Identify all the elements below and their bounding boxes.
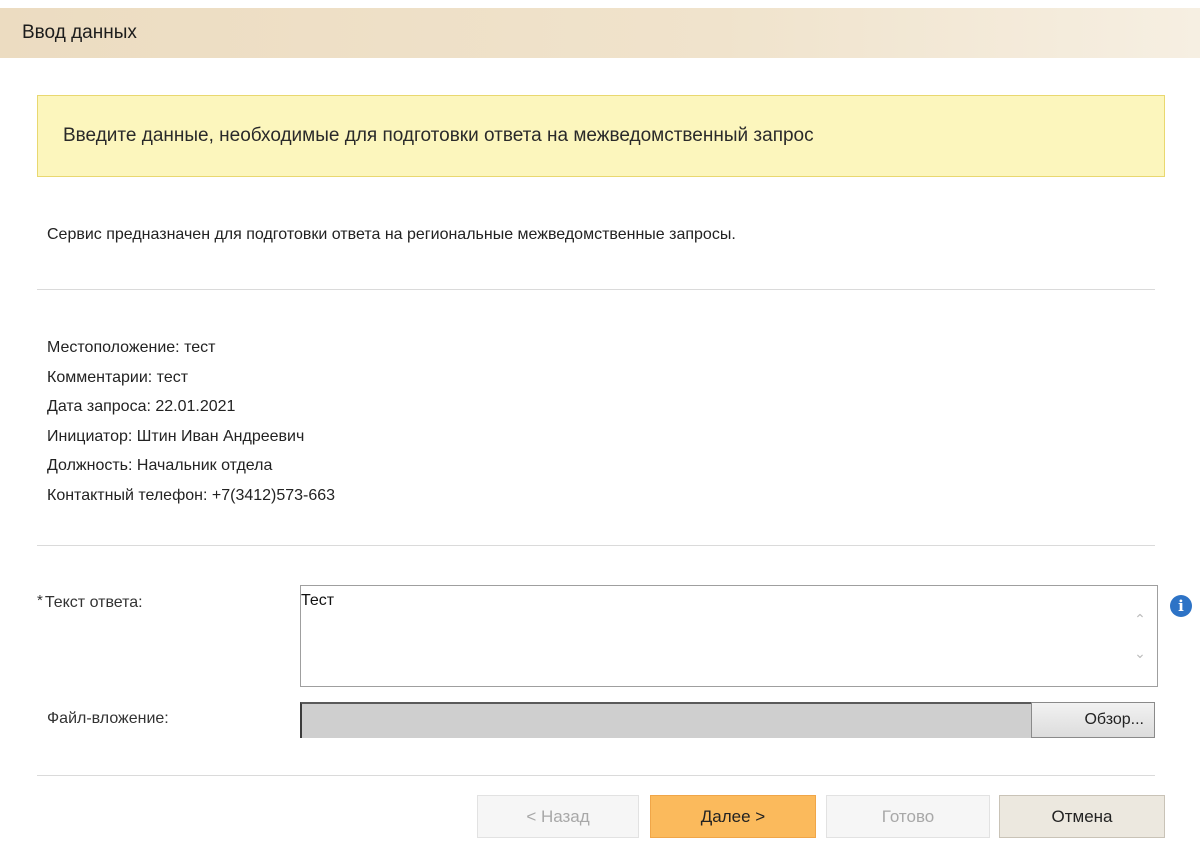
attachment-label: Файл-вложение: [47,710,169,727]
detail-request-date: Дата запроса: 22.01.2021 [47,398,236,415]
request-details: Местоположение: тест Комментарии: тест Д… [47,333,335,510]
detail-position: Должность: Начальник отдела [47,457,273,474]
detail-comments: Комментарии: тест [47,368,189,386]
chevron-down-icon[interactable]: ⌄ [1131,644,1149,662]
back-button[interactable]: < Назад [477,795,639,838]
divider-bottom [37,775,1155,776]
service-description: Сервис предназначен для подготовки ответ… [47,226,736,243]
attachment-file-input[interactable] [300,702,1031,738]
done-button[interactable]: Готово [826,795,990,838]
next-button[interactable]: Далее > [650,795,816,838]
answer-textarea[interactable]: Тест [301,586,1121,686]
detail-phone: Контактный телефон: +7(3412)573-663 [47,486,336,504]
cancel-button[interactable]: Отмена [999,795,1165,838]
notice-banner: Введите данные, необходимые для подготов… [37,95,1165,177]
divider-middle [37,545,1155,546]
header-bar: Ввод данных [0,8,1200,58]
answer-label-text: Текст ответа: [44,594,143,611]
chevron-up-icon[interactable]: ⌃ [1131,610,1149,628]
answer-label: * Текст ответа: [37,592,143,612]
answer-textarea-box[interactable]: Тест ⌃ ⌄ [300,585,1158,687]
browse-button[interactable]: Обзор... [1031,702,1155,738]
info-icon[interactable]: i [1170,595,1192,617]
divider-top [37,289,1155,290]
page-title: Ввод данных [22,22,137,43]
detail-initiator: Инициатор: Штин Иван Андреевич [47,427,305,445]
notice-text: Введите данные, необходимые для подготов… [63,125,814,146]
required-mark: * [37,592,43,609]
detail-location: Местоположение: тест [47,339,216,356]
